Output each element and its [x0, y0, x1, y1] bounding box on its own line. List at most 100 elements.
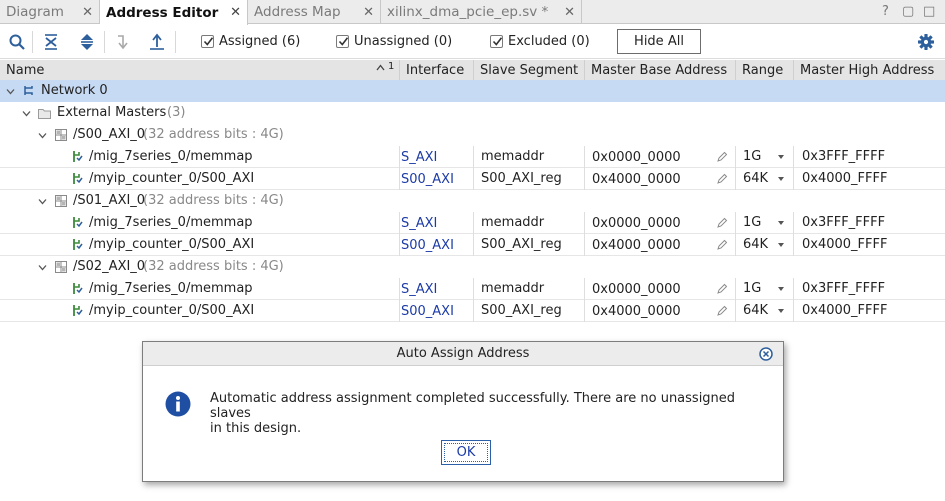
range-value[interactable]: 1G [743, 146, 761, 168]
close-icon[interactable]: ✕ [82, 5, 93, 20]
search-icon[interactable] [8, 33, 26, 51]
range-value[interactable]: 1G [743, 212, 761, 234]
dropdown-arrow-icon[interactable] [778, 155, 784, 159]
tree-row-master[interactable]: /S01_AXI_0 (32 address bits : 4G) [0, 190, 945, 212]
dropdown-arrow-icon[interactable] [778, 177, 784, 181]
table-row[interactable]: /myip_counter_0/S00_AXI S00_AXI S00_AXI_… [0, 300, 945, 322]
interface-link[interactable]: S_AXI [401, 279, 437, 301]
expand-all-icon[interactable] [78, 33, 96, 51]
tab-diagram[interactable]: Diagram ✕ [0, 0, 100, 24]
range-value[interactable]: 1G [743, 278, 761, 300]
column-master-base-address[interactable]: Master Base Address [585, 60, 736, 81]
interface-link[interactable]: S_AXI [401, 213, 437, 235]
chevron-down-icon[interactable] [38, 131, 47, 140]
column-range[interactable]: Range [736, 60, 794, 81]
checkbox-box[interactable] [336, 35, 349, 48]
slave-name: /myip_counter_0/S00_AXI [89, 303, 255, 318]
interface-link[interactable]: S00_AXI [401, 169, 454, 191]
chevron-down-icon[interactable] [6, 87, 15, 96]
unassigned-checkbox[interactable]: Unassigned (0) [336, 34, 452, 49]
column-master-high-address[interactable]: Master High Address [794, 60, 945, 81]
sort-order: 1 [388, 61, 395, 72]
checkbox-box[interactable] [201, 35, 214, 48]
interface-link[interactable]: S_AXI [401, 147, 437, 169]
ok-button[interactable]: OK [441, 440, 491, 465]
hide-all-button[interactable]: Hide All [617, 29, 701, 54]
range-value[interactable]: 64K [743, 168, 768, 190]
dialog-message-line: Automatic address assignment completed s… [210, 391, 736, 421]
column-divider [584, 300, 585, 322]
slave-segment: memaddr [481, 149, 545, 164]
chevron-down-icon[interactable] [22, 109, 31, 118]
column-divider [399, 234, 400, 256]
master-base-address[interactable]: 0x4000_0000 [592, 169, 681, 191]
move-up-icon[interactable] [148, 33, 166, 51]
pencil-icon[interactable] [716, 305, 728, 317]
tab-address-map[interactable]: Address Map ✕ [248, 0, 381, 24]
column-divider [399, 168, 400, 190]
table-row[interactable]: /mig_7series_0/memmap S_AXI memaddr 0x00… [0, 212, 945, 234]
dropdown-arrow-icon[interactable] [778, 243, 784, 247]
tree-row-network[interactable]: Network 0 [0, 80, 945, 102]
table-row[interactable]: /myip_counter_0/S00_AXI S00_AXI S00_AXI_… [0, 168, 945, 190]
slave-segment-icon [73, 173, 83, 184]
column-divider [473, 234, 474, 256]
gear-icon[interactable] [917, 33, 935, 51]
excluded-checkbox[interactable]: Excluded (0) [490, 34, 590, 49]
checkbox-box[interactable] [490, 35, 503, 48]
pencil-icon[interactable] [716, 173, 728, 185]
slave-segment: S00_AXI_reg [481, 171, 562, 186]
column-divider [473, 278, 474, 300]
chevron-down-icon[interactable] [38, 263, 47, 272]
toolbar: Assigned (6) Unassigned (0) Excluded (0)… [0, 25, 945, 59]
maximize-icon[interactable]: □ [923, 4, 935, 19]
column-name[interactable]: Name 1 [0, 60, 400, 81]
tab-xilinx-dma-pcie-ep[interactable]: xilinx_dma_pcie_ep.sv * ✕ [381, 0, 582, 24]
tree-row-master[interactable]: /S02_AXI_0 (32 address bits : 4G) [0, 256, 945, 278]
collapse-all-icon[interactable] [42, 33, 60, 51]
close-icon[interactable]: ✕ [230, 5, 241, 20]
column-slave-segment[interactable]: Slave Segment [474, 60, 585, 81]
tree-row-master[interactable]: /S00_AXI_0 (32 address bits : 4G) [0, 124, 945, 146]
master-base-address[interactable]: 0x0000_0000 [592, 279, 681, 301]
assigned-checkbox[interactable]: Assigned (6) [201, 34, 300, 49]
chevron-down-icon[interactable] [38, 197, 47, 206]
dropdown-arrow-icon[interactable] [778, 221, 784, 225]
pencil-icon[interactable] [716, 239, 728, 251]
range-value[interactable]: 64K [743, 234, 768, 256]
interface-link[interactable]: S00_AXI [401, 235, 454, 257]
toolbar-separator [104, 31, 105, 53]
master-base-address[interactable]: 0x4000_0000 [592, 301, 681, 323]
column-divider [793, 168, 794, 190]
sort-ascending-icon [376, 64, 385, 71]
column-divider [399, 278, 400, 300]
table-row[interactable]: /mig_7series_0/memmap S_AXI memaddr 0x00… [0, 146, 945, 168]
table-row[interactable]: /myip_counter_0/S00_AXI S00_AXI S00_AXI_… [0, 234, 945, 256]
help-icon[interactable]: ? [882, 4, 889, 19]
column-divider [473, 168, 474, 190]
tab-address-editor[interactable]: Address Editor ✕ [100, 0, 248, 25]
pencil-icon[interactable] [716, 283, 728, 295]
tree-row-external-masters[interactable]: External Masters (3) [0, 102, 945, 124]
master-base-address[interactable]: 0x0000_0000 [592, 147, 681, 169]
close-icon[interactable] [759, 347, 773, 361]
dropdown-arrow-icon[interactable] [778, 309, 784, 313]
column-divider [584, 212, 585, 234]
close-icon[interactable]: ✕ [564, 5, 575, 20]
dropdown-arrow-icon[interactable] [778, 287, 784, 291]
info-icon [165, 391, 191, 417]
restore-icon[interactable]: ▢ [902, 4, 914, 19]
column-interface[interactable]: Interface [400, 60, 474, 81]
close-icon[interactable]: ✕ [363, 5, 374, 20]
table-row[interactable]: /mig_7series_0/memmap S_AXI memaddr 0x00… [0, 278, 945, 300]
interface-link[interactable]: S00_AXI [401, 301, 454, 323]
column-divider [584, 168, 585, 190]
range-value[interactable]: 64K [743, 300, 768, 322]
pencil-icon[interactable] [716, 217, 728, 229]
master-base-address[interactable]: 0x0000_0000 [592, 213, 681, 235]
move-down-icon [118, 35, 128, 50]
master-high-address: 0x4000_FFFF [802, 237, 888, 252]
pencil-icon[interactable] [716, 151, 728, 163]
auto-assign-address-dialog: Auto Assign Address Automatic address as… [142, 341, 784, 482]
master-base-address[interactable]: 0x4000_0000 [592, 235, 681, 257]
